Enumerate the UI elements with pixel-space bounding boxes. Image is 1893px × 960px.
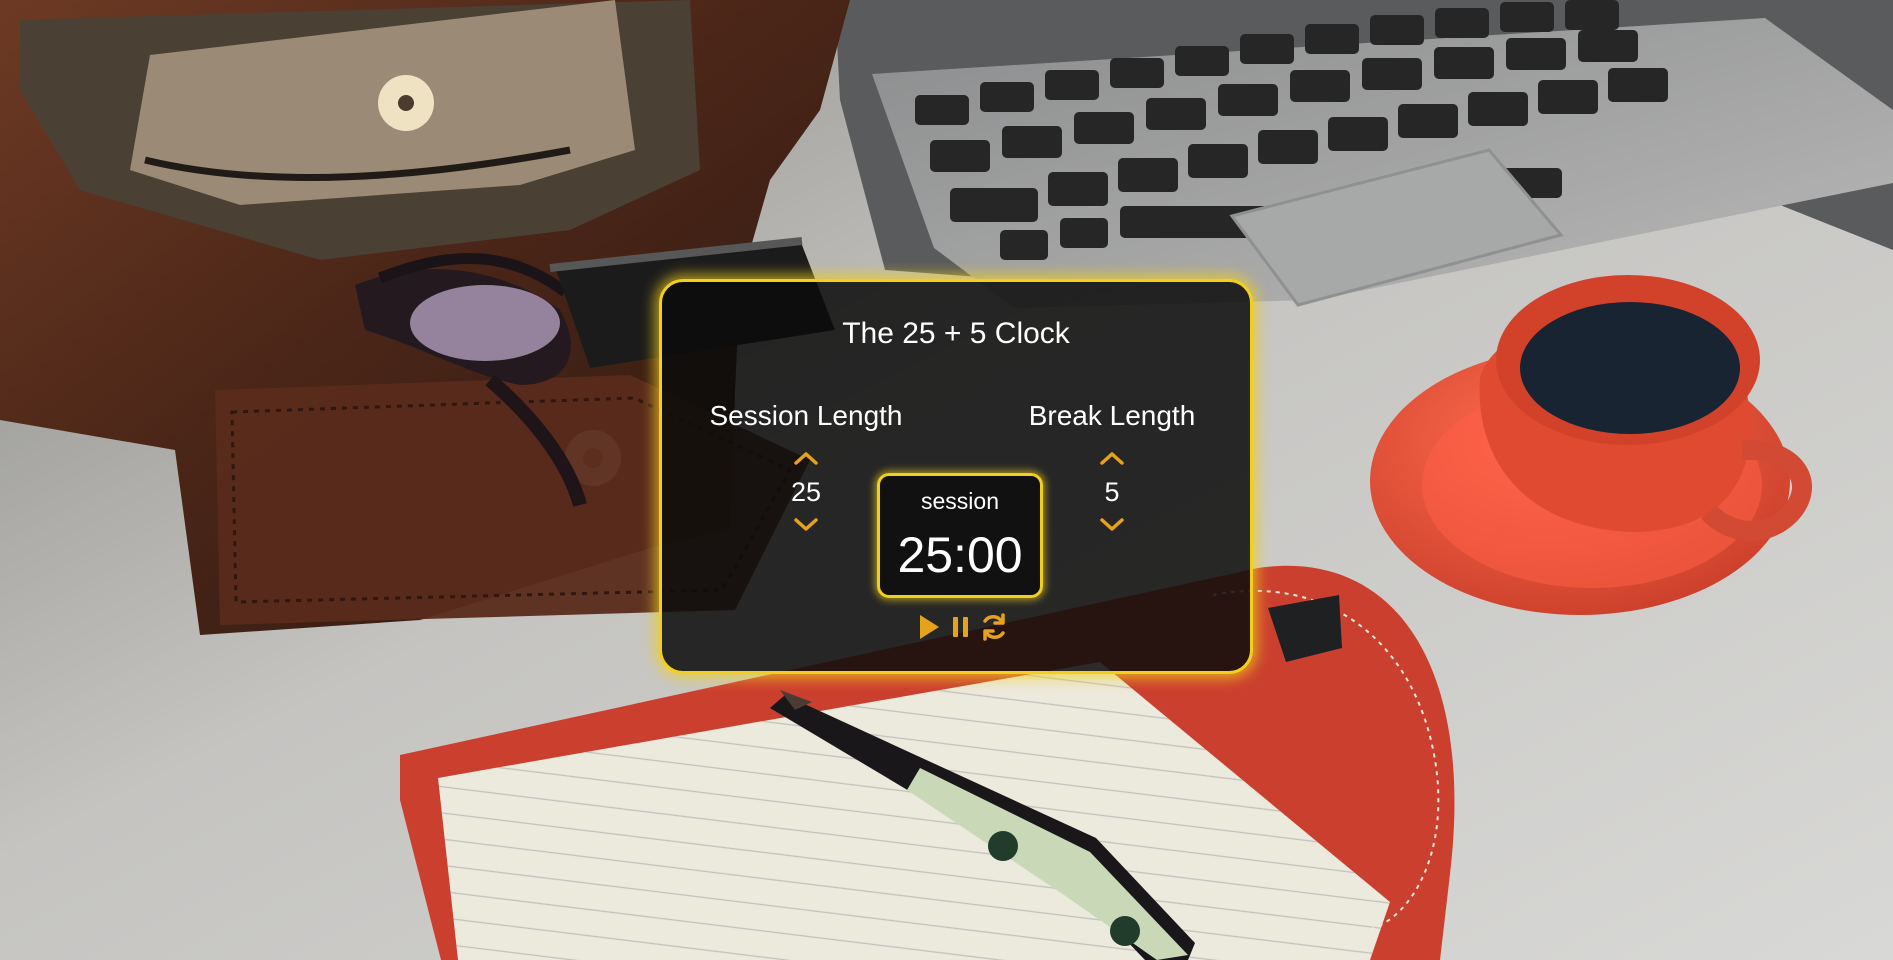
play-icon bbox=[920, 615, 939, 639]
pause-icon bbox=[953, 617, 968, 637]
break-decrement-button[interactable] bbox=[1094, 513, 1130, 537]
break-length-value: 5 bbox=[1104, 477, 1120, 507]
clock-title: The 25 + 5 Clock bbox=[842, 317, 1070, 350]
pomodoro-clock-card: The 25 + 5 Clock Session Length 25 Break… bbox=[659, 279, 1253, 674]
session-decrement-button[interactable] bbox=[788, 513, 824, 537]
chevron-up-icon bbox=[794, 452, 818, 465]
break-increment-button[interactable] bbox=[1094, 446, 1130, 470]
pause-button[interactable] bbox=[949, 610, 973, 644]
session-length-value: 25 bbox=[790, 477, 822, 507]
time-left: 25:00 bbox=[897, 527, 1023, 583]
reset-button[interactable] bbox=[977, 610, 1011, 644]
timer-controls bbox=[907, 610, 1012, 644]
timer-display: session 25:00 bbox=[877, 473, 1043, 598]
break-length-label: Break Length bbox=[1028, 400, 1196, 431]
session-length-label: Session Length bbox=[709, 400, 903, 431]
refresh-icon bbox=[983, 613, 1005, 641]
app-root: The 25 + 5 Clock Session Length 25 Break… bbox=[0, 0, 1893, 960]
chevron-down-icon bbox=[1100, 518, 1124, 531]
chevron-down-icon bbox=[794, 518, 818, 531]
timer-label: session bbox=[921, 488, 999, 514]
session-increment-button[interactable] bbox=[788, 446, 824, 470]
chevron-up-icon bbox=[1100, 452, 1124, 465]
start-button[interactable] bbox=[915, 610, 943, 644]
